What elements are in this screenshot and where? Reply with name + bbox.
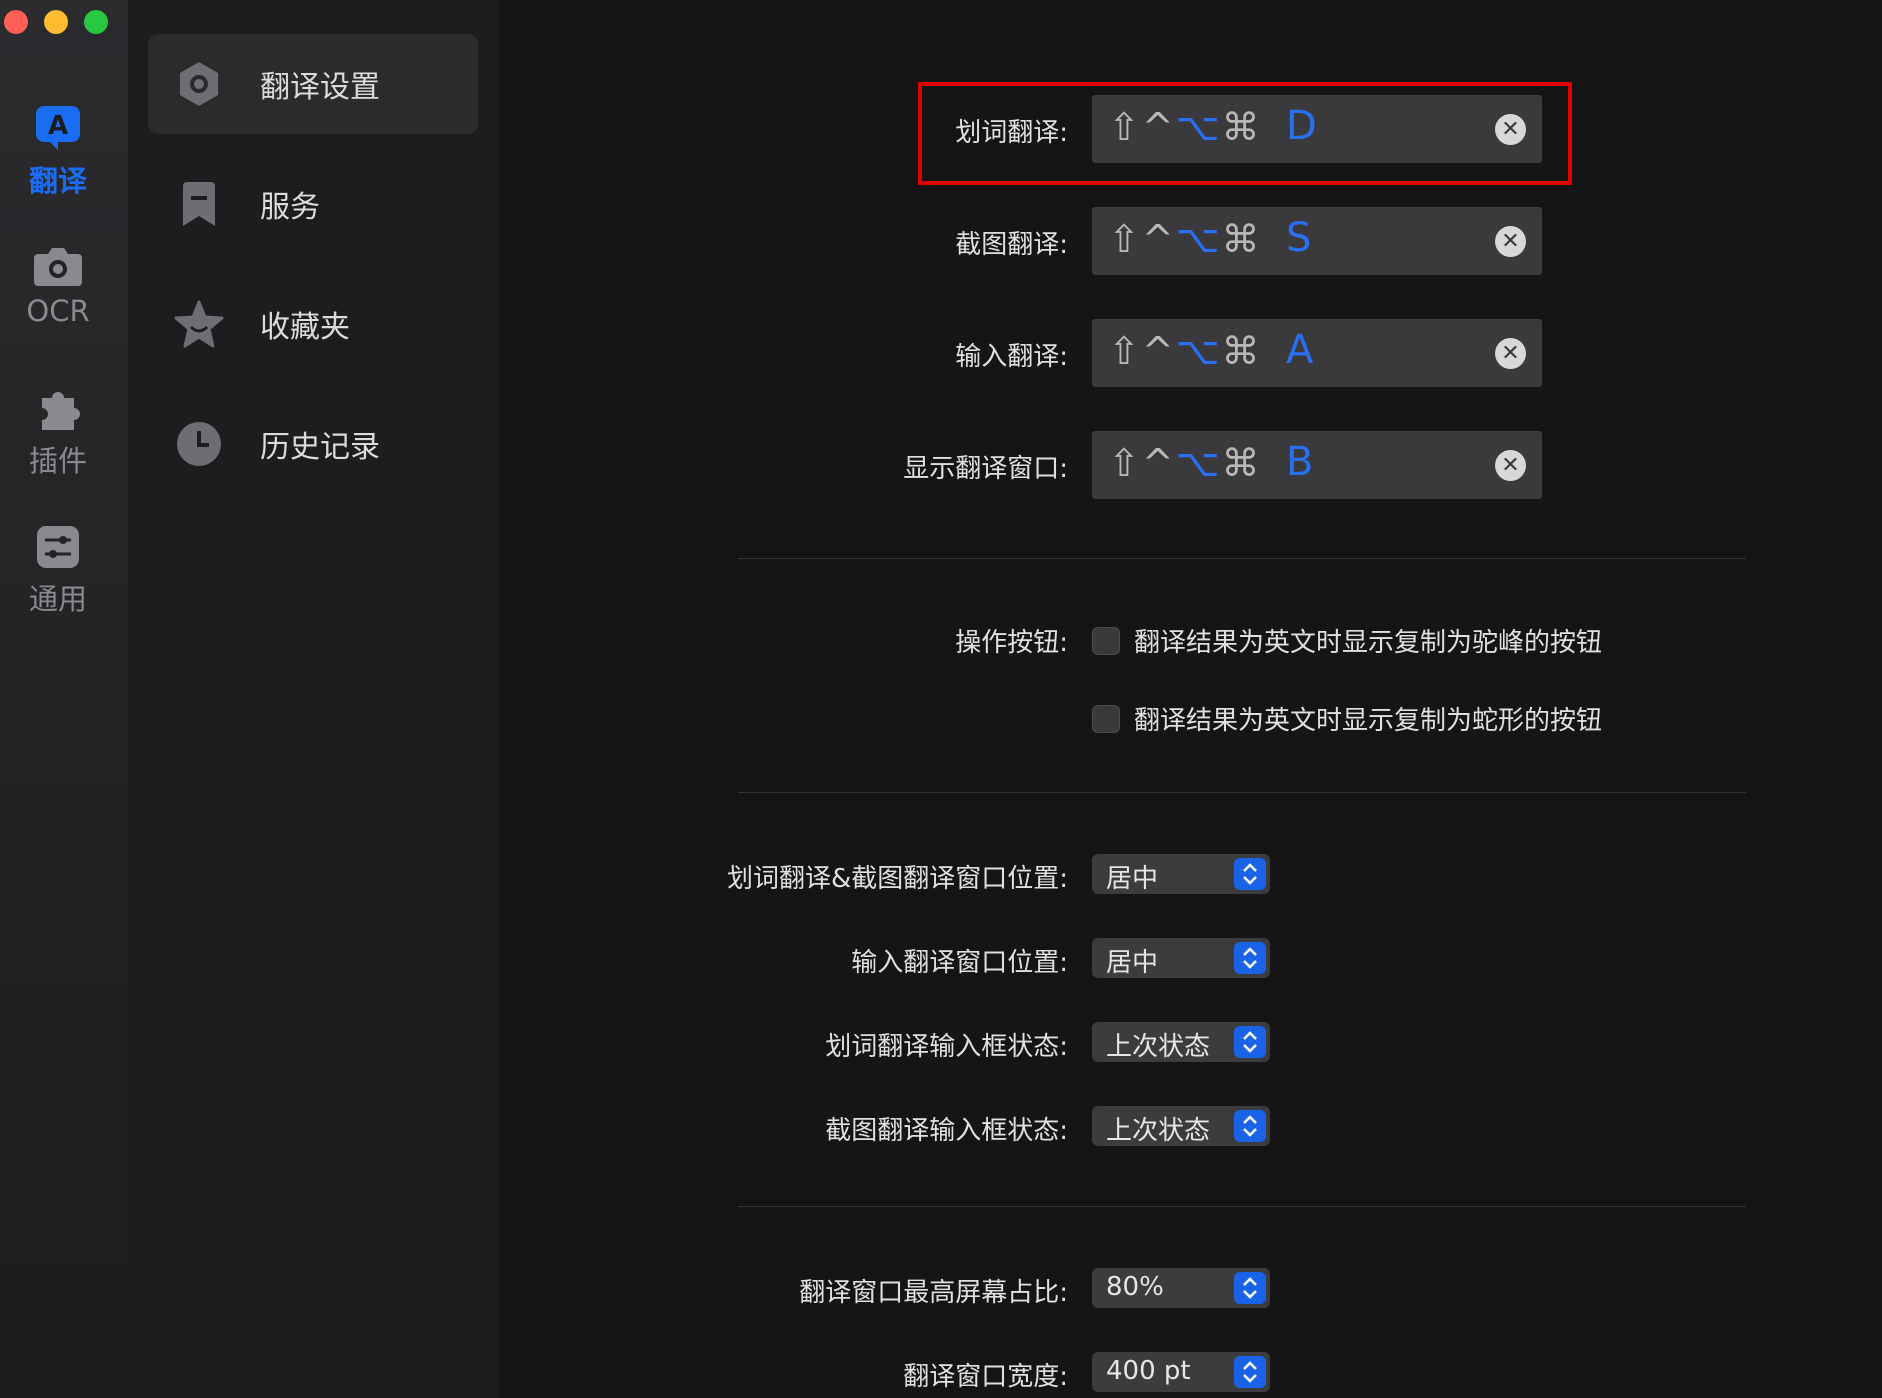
star-icon [174,299,224,349]
checkbox-label: 翻译结果为英文时显示复制为驼峰的按钮 [1134,628,1603,658]
section-divider [738,558,1746,559]
nav-label-general: 通用 [28,582,87,616]
camera-icon [34,248,82,286]
close-icon: ✕ [1501,340,1520,366]
select-label-select-input-state: 划词翻译输入框状态: [825,1032,1068,1062]
app-icon-bar: A 翻译 OCR 插件 通用 [0,0,128,1398]
select-max-screen-ratio[interactable]: 80% [1092,1268,1270,1308]
select-input-window-position[interactable]: 居中 [1092,938,1270,978]
hotkey-field-input-translate[interactable]: ⇧^⌥⌘ A ✕ [1092,319,1542,387]
checkbox-box[interactable] [1092,704,1120,733]
chevron-updown-icon [1234,1026,1266,1058]
sliders-icon [37,526,79,568]
hotkey-modifiers: ⇧^⌥⌘ [1108,217,1262,261]
hotkey-field-screenshot-translate[interactable]: ⇧^⌥⌘ S ✕ [1092,207,1542,275]
sidebar-item-label: 服务 [260,190,320,225]
checkbox-snake-case[interactable]: 翻译结果为英文时显示复制为蛇形的按钮 [1092,700,1602,737]
minimize-window-button[interactable] [44,10,68,34]
nav-item-translate[interactable]: A 翻译 [0,104,116,200]
chevron-updown-icon [1234,858,1266,890]
chevron-updown-icon [1234,1356,1266,1388]
select-value: 居中 [1106,948,1159,978]
action-buttons-label: 操作按钮: [955,628,1068,658]
translate-settings-panel: 划词翻译: ⇧^⌥⌘ D ✕ 截图翻译: ⇧^⌥⌘ S ✕ 输入翻译: ⇧^⌥⌘… [498,0,1882,1398]
hotkey-modifiers: ⇧^⌥⌘ [1108,441,1262,485]
section-divider [738,792,1746,793]
select-window-width[interactable]: 400 pt [1092,1352,1270,1392]
close-window-button[interactable] [4,10,28,34]
sidebar-item-services[interactable]: 服务 [148,154,478,254]
nav-label-plugins: 插件 [28,444,87,478]
nav-label-ocr: OCR [26,294,90,328]
select-value: 上次状态 [1106,1032,1211,1062]
chevron-updown-icon [1234,1272,1266,1304]
select-label-window-width: 翻译窗口宽度: [903,1362,1068,1392]
section-divider [738,1206,1746,1207]
hotkey-label-show-window: 显示翻译窗口: [903,454,1068,484]
hotkey-field-select-translate[interactable]: ⇧^⌥⌘ D ✕ [1092,95,1542,163]
select-value: 80% [1106,1272,1164,1302]
clear-hotkey-button[interactable]: ✕ [1495,338,1526,369]
nav-item-plugins[interactable]: 插件 [0,384,116,480]
chevron-updown-icon [1234,942,1266,974]
hotkey-key: D [1286,103,1317,149]
nav-label-translate: 翻译 [28,164,87,198]
close-icon: ✕ [1501,452,1520,478]
select-label-screenshot-input-state: 截图翻译输入框状态: [825,1116,1068,1146]
hotkey-label-select-translate: 划词翻译: [955,118,1068,148]
select-value: 400 pt [1106,1356,1191,1386]
gear-icon [174,59,224,109]
zoom-window-button[interactable] [84,10,108,34]
hotkey-label-input-translate: 输入翻译: [955,342,1068,372]
select-value: 上次状态 [1106,1116,1211,1146]
sidebar-item-history[interactable]: 历史记录 [148,394,478,494]
hotkey-modifiers: ⇧^⌥⌘ [1108,105,1262,149]
clear-hotkey-button[interactable]: ✕ [1495,114,1526,145]
checkbox-box[interactable] [1092,626,1120,655]
checkbox-label: 翻译结果为英文时显示复制为蛇形的按钮 [1134,706,1603,736]
clear-hotkey-button[interactable]: ✕ [1495,226,1526,257]
hotkey-key: A [1286,327,1314,373]
select-label-input-window-position: 输入翻译窗口位置: [851,948,1068,978]
nav-item-ocr[interactable]: OCR [0,244,116,328]
select-select-input-state[interactable]: 上次状态 [1092,1022,1270,1062]
sidebar-item-label: 历史记录 [260,430,380,465]
hotkey-key: S [1286,215,1312,261]
select-label-window-position: 划词翻译&截图翻译窗口位置: [726,864,1068,894]
close-icon: ✕ [1501,228,1520,254]
nav-item-general[interactable]: 通用 [0,524,116,618]
settings-sidebar: 翻译设置 服务 收藏夹 历史记录 [128,0,498,1398]
translate-icon: A [36,106,80,150]
svg-text:A: A [48,111,68,141]
hotkey-field-show-window[interactable]: ⇧^⌥⌘ B ✕ [1092,431,1542,499]
clock-icon [174,419,224,469]
checkbox-camel-case[interactable]: 翻译结果为英文时显示复制为驼峰的按钮 [1092,622,1602,659]
select-label-max-screen-ratio: 翻译窗口最高屏幕占比: [799,1278,1068,1308]
hotkey-modifiers: ⇧^⌥⌘ [1108,329,1262,373]
clear-hotkey-button[interactable]: ✕ [1495,450,1526,481]
chevron-updown-icon [1234,1110,1266,1142]
sidebar-item-favorites[interactable]: 收藏夹 [148,274,478,374]
select-window-position[interactable]: 居中 [1092,854,1270,894]
hotkey-label-screenshot-translate: 截图翻译: [955,230,1068,260]
sidebar-item-translate-settings[interactable]: 翻译设置 [148,34,478,134]
sidebar-item-label: 翻译设置 [260,70,380,105]
puzzle-icon [42,392,80,430]
select-value: 居中 [1106,864,1159,894]
sidebar-item-label: 收藏夹 [260,310,350,345]
select-screenshot-input-state[interactable]: 上次状态 [1092,1106,1270,1146]
hotkey-key: B [1286,439,1314,485]
bookmark-icon [174,179,224,229]
close-icon: ✕ [1501,116,1520,142]
